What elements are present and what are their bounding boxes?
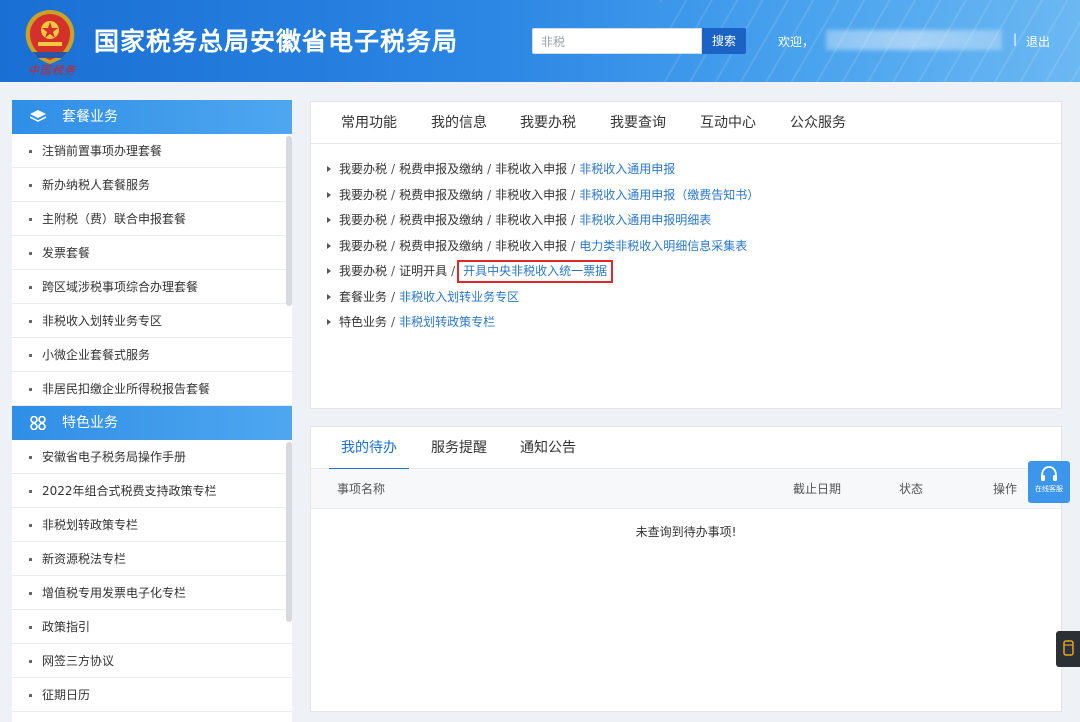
sidebar-item[interactable]: 非居民扣缴企业所得税报告套餐 [12, 372, 292, 406]
path-segment[interactable]: 税费申报及缴纳 [399, 188, 483, 202]
sidebar-item[interactable]: 新资源税法专栏 [12, 542, 292, 576]
sidebar-item[interactable]: 非税收入划转业务专区 [12, 304, 292, 338]
path-segment[interactable]: 特色业务 [339, 315, 387, 329]
function-link[interactable]: 非税收入通用申报（缴费告知书） [579, 188, 759, 202]
headset-icon [1041, 466, 1057, 481]
path-segment[interactable]: 税费申报及缴纳 [399, 239, 483, 253]
sidebar-item[interactable]: 非税划转政策专栏 [12, 508, 292, 542]
todo-panel: 我的待办 服务提醒 通知公告 事项名称 截止日期 状态 操作 未查询到待办事项! [310, 426, 1062, 712]
column-header: 状态 [899, 482, 924, 496]
link-row: 我要办税 / 税费申报及缴纳 / 非税收入申报 / 电力类非税收入明细信息采集表 [327, 234, 759, 260]
emblem-subtitle: 中国税务 [28, 64, 76, 77]
tab-query[interactable]: 我要查询 [610, 102, 666, 144]
table-header: 事项名称 截止日期 状态 操作 [311, 469, 1061, 509]
username-redacted [826, 30, 1002, 50]
link-row: 我要办税 / 税费申报及缴纳 / 非税收入申报 / 非税收入通用申报明细表 [327, 208, 759, 234]
sidebar-section-title: 特色业务 [62, 415, 118, 431]
sidebar-section-header[interactable]: 套餐业务 [12, 100, 292, 134]
link-row: 特色业务 / 非税划转政策专栏 [327, 310, 759, 336]
sidebar: 套餐业务 注销前置事项办理套餐 新办纳税人套餐服务 主附税（费）联合申报套餐 发… [12, 100, 292, 722]
sidebar-item[interactable]: 安徽省电子税务局操作手册 [12, 440, 292, 474]
sidebar-item[interactable]: 跨区域涉税事项综合办理套餐 [12, 270, 292, 304]
search-button[interactable]: 搜索 [702, 28, 746, 54]
sidebar-item[interactable]: 发票套餐 [12, 236, 292, 270]
path-segment[interactable]: 我要办税 [339, 264, 387, 278]
path-segment[interactable]: 我要办税 [339, 239, 387, 253]
column-header: 事项名称 [337, 482, 386, 496]
path-segment[interactable]: 非税收入申报 [495, 213, 567, 227]
function-panel: 常用功能 我的信息 我要办税 我要查询 互动中心 公众服务 我要办税 / 税费申报及… [310, 101, 1062, 409]
sidebar-item[interactable]: 征期日历 [12, 678, 292, 712]
function-link[interactable]: 非税划转政策专栏 [399, 315, 495, 329]
tax-emblem-icon [25, 10, 75, 64]
logout-link[interactable]: 退出 [1026, 33, 1050, 50]
sidebar-item[interactable]: 2022年组合式税费支持政策专栏 [12, 474, 292, 508]
tab-my-info[interactable]: 我的信息 [431, 102, 487, 144]
site-title: 国家税务总局安徽省电子税务局 [94, 27, 459, 56]
grid-icon [30, 416, 46, 430]
tab-interaction[interactable]: 互动中心 [700, 102, 756, 144]
tab-handle-tax[interactable]: 我要办税 [520, 102, 576, 144]
path-segment[interactable]: 我要办税 [339, 188, 387, 202]
cup-icon [1063, 640, 1074, 656]
sidebar-item[interactable]: 增值税专用发票电子化专栏 [12, 576, 292, 610]
function-link[interactable]: 非税收入通用申报 [579, 162, 675, 176]
link-row: 我要办税 / 税费申报及缴纳 / 非税收入申报 / 非税收入通用申报 [327, 157, 759, 183]
sidebar-scrollbar[interactable] [286, 442, 292, 622]
sidebar-item[interactable]: 政策指引 [12, 610, 292, 644]
link-row: 套餐业务 / 非税收入划转业务专区 [327, 285, 759, 311]
function-link[interactable]: 非税收入划转业务专区 [399, 290, 519, 304]
sidebar-item[interactable]: 新办纳税人套餐服务 [12, 168, 292, 202]
path-segment[interactable]: 我要办税 [339, 162, 387, 176]
sidebar-item[interactable]: 注销前置事项办理套餐 [12, 134, 292, 168]
tab-service-reminder[interactable]: 服务提醒 [431, 427, 487, 469]
sidebar-scrollbar[interactable] [286, 136, 292, 306]
sidebar-item[interactable]: 小微企业套餐式服务 [12, 338, 292, 372]
function-tabs: 常用功能 我的信息 我要办税 我要查询 互动中心 公众服务 [311, 102, 1061, 144]
link-row: 我要办税 / 证明开具 / 开具中央非税收入统一票据 [327, 259, 759, 285]
floating-tool-button[interactable] [1056, 631, 1080, 667]
sidebar-item[interactable]: 主附税（费）联合申报套餐 [12, 202, 292, 236]
link-row: 我要办税 / 税费申报及缴纳 / 非税收入申报 / 非税收入通用申报（缴费告知书） [327, 183, 759, 209]
function-link-highlighted[interactable]: 开具中央非税收入统一票据 [457, 260, 614, 283]
path-segment[interactable]: 套餐业务 [339, 290, 387, 304]
tab-public-service[interactable]: 公众服务 [790, 102, 846, 144]
path-segment[interactable]: 非税收入申报 [495, 239, 567, 253]
column-header: 操作 [993, 482, 1018, 496]
function-link[interactable]: 非税收入通用申报明细表 [579, 213, 711, 227]
function-link[interactable]: 电力类非税收入明细信息采集表 [579, 239, 747, 253]
online-service-label: 在线客服 [1035, 485, 1063, 493]
path-segment[interactable]: 我要办税 [339, 213, 387, 227]
quick-links: 我要办税 / 税费申报及缴纳 / 非税收入申报 / 非税收入通用申报 我要办税 / 税费申报及缴… [327, 157, 759, 336]
header-separator: | [1013, 32, 1018, 46]
path-segment[interactable]: 非税收入申报 [495, 162, 567, 176]
sidebar-section-title: 套餐业务 [62, 109, 118, 125]
site-header: 中国税务 国家税务总局安徽省电子税务局 搜索 欢迎， | 退出 [0, 0, 1080, 82]
column-header: 截止日期 [793, 482, 842, 496]
layers-icon [30, 110, 46, 122]
online-service-button[interactable]: 在线客服 [1028, 461, 1070, 503]
path-segment[interactable]: 非税收入申报 [495, 188, 567, 202]
todo-tabs: 我的待办 服务提醒 通知公告 [311, 427, 1061, 470]
tab-my-todo[interactable]: 我的待办 [329, 427, 409, 470]
tab-common[interactable]: 常用功能 [341, 102, 397, 144]
tab-notice[interactable]: 通知公告 [520, 427, 576, 469]
welcome-text: 欢迎， [778, 35, 815, 49]
path-segment[interactable]: 税费申报及缴纳 [399, 213, 483, 227]
sidebar-item[interactable]: 网签三方协议 [12, 644, 292, 678]
search-input[interactable] [532, 28, 702, 54]
sidebar-section-header[interactable]: 特色业务 [12, 406, 292, 440]
path-segment[interactable]: 证明开具 [399, 264, 447, 278]
path-segment[interactable]: 税费申报及缴纳 [399, 162, 483, 176]
empty-message: 未查询到待办事项! [635, 525, 737, 539]
